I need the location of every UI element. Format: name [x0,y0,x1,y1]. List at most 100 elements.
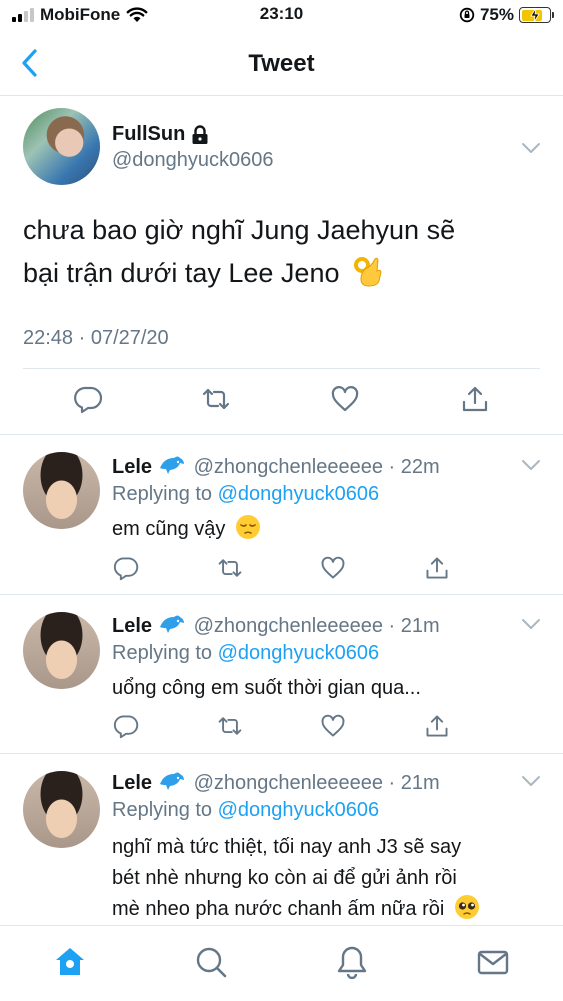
reply-icon [113,715,139,739]
handle[interactable]: @zhongchenleeeeee [194,615,383,637]
reply-text: em cũng vậy [112,514,537,545]
chevron-down-icon[interactable] [521,142,541,154]
reply-text-content: em cũng vậy [112,518,226,540]
like-button[interactable] [320,555,346,581]
handle[interactable]: @zhongchenleeeeee [194,772,383,794]
tweet-timestamp[interactable]: 22:48 · 07/27/20 [23,327,169,350]
avatar[interactable] [23,108,100,185]
mention-link[interactable]: @donghyuck0606 [218,483,380,505]
dolphin-emoji-icon [158,454,186,476]
avatar[interactable] [23,771,100,848]
share-icon [426,715,448,737]
reply-text: uổng công em suốt thời gian qua... [112,677,421,699]
reply-text-line: mè nheo pha nước chanh ấm nữa rồi [112,894,537,925]
mention-link[interactable]: @donghyuck0606 [218,642,380,664]
share-button[interactable] [460,384,490,414]
display-name[interactable]: FullSun [112,123,209,146]
tab-search[interactable] [194,945,228,979]
dolphin-emoji-icon [158,613,186,635]
tab-home[interactable] [53,945,87,979]
replying-to: Replying to @donghyuck0606 [112,799,379,822]
display-name-text: FullSun [112,123,186,145]
tab-messages[interactable] [476,945,510,979]
reply-tweet[interactable]: Lele @zhongchenleeeeee · 21m Replying to… [0,755,563,925]
avatar[interactable] [23,452,100,529]
reply-time: · 21m [388,615,440,637]
nav-bar: Tweet [0,30,563,96]
reply-tweet[interactable]: Lele @zhongchenleeeeee · 22m Replying to… [0,436,563,595]
handle[interactable]: @donghyuck0606 [112,149,274,172]
share-icon [462,386,488,412]
notifications-icon [337,946,367,979]
share-button[interactable] [424,713,450,739]
tab-bar [0,925,563,1001]
reply-header: Lele @zhongchenleeeeee · 21m [112,770,440,795]
replying-to-label: Replying to [112,483,213,505]
tweet-text: chưa bao giờ nghĩ Jung Jaehyun sẽ bại tr… [23,209,533,295]
reply-text: nghĩ mà tức thiệt, tối nay anh J3 sẽ say… [112,832,537,925]
reply-text-line: nghĩ mà tức thiệt, tối nay anh J3 sẽ say [112,836,462,858]
reply-text-line: bét nhè nhưng ko còn ai để gửi ảnh rồi [112,867,457,889]
charging-bolt-icon [530,7,540,23]
reply-header: Lele @zhongchenleeeeee · 21m [112,613,440,638]
status-bar: MobiFone 23:10 75% [0,0,563,30]
display-name[interactable]: Lele [112,456,152,478]
dolphin-emoji-icon [158,770,186,792]
chevron-down-icon[interactable] [521,459,541,471]
reply-actions [0,555,563,581]
display-name[interactable]: Lele [112,615,152,637]
like-icon [321,714,345,737]
main-tweet: FullSun @donghyuck0606 chưa bao giờ nghĩ… [0,97,563,435]
battery-percent: 75% [479,5,514,24]
lock-icon [192,124,208,144]
reply-icon [113,557,139,581]
retweet-button[interactable] [201,384,231,414]
tab-notifications[interactable] [335,945,369,979]
reply-button[interactable] [113,713,139,739]
reply-actions [0,713,563,739]
replying-to: Replying to @donghyuck0606 [112,483,379,506]
retweet-button[interactable] [217,713,243,739]
chevron-down-icon[interactable] [521,775,541,787]
reply-tweet[interactable]: Lele @zhongchenleeeeee · 21m Replying to… [0,596,563,754]
reply-time: · 21m [388,772,440,794]
retweet-icon [202,388,230,410]
retweet-button[interactable] [217,555,243,581]
reply-button[interactable] [113,555,139,581]
mention-link[interactable]: @donghyuck0606 [218,799,380,821]
orientation-lock-icon [459,7,475,23]
replying-to-label: Replying to [112,799,213,821]
ok-hand-emoji-icon [354,257,382,287]
messages-icon [477,950,509,975]
tweet-text-line: chưa bao giờ nghĩ Jung Jaehyun sẽ [23,215,456,245]
like-icon [331,386,359,412]
reply-text-line-content: mè nheo pha nước chanh ấm nữa rồi [112,898,445,920]
display-name[interactable]: Lele [112,772,152,794]
divider [23,368,540,369]
chevron-down-icon[interactable] [521,618,541,630]
reply-button[interactable] [73,384,103,414]
reply-header: Lele @zhongchenleeeeee · 22m [112,454,440,479]
replying-to: Replying to @donghyuck0606 [112,642,379,665]
like-button[interactable] [320,713,346,739]
pleading-face-emoji-icon [454,895,479,919]
like-button[interactable] [330,384,360,414]
share-icon [426,557,448,579]
replying-to-label: Replying to [112,642,213,664]
tweet-text-line-content: bại trận dưới tay Lee Jeno [23,258,340,288]
status-right: 75% [459,4,554,26]
reply-time: · 22m [388,456,440,478]
battery-icon [519,7,554,23]
retweet-icon [218,717,242,735]
pensive-face-emoji-icon [235,515,260,539]
page-title: Tweet [248,50,315,77]
tweet-text-line: bại trận dưới tay Lee Jeno [23,252,533,295]
reply-icon [74,386,103,414]
retweet-icon [218,559,242,577]
share-button[interactable] [424,555,450,581]
home-icon [56,948,84,975]
avatar[interactable] [23,612,100,689]
tweet-actions [0,384,563,414]
handle[interactable]: @zhongchenleeeeee [194,456,383,478]
search-icon [196,947,227,978]
